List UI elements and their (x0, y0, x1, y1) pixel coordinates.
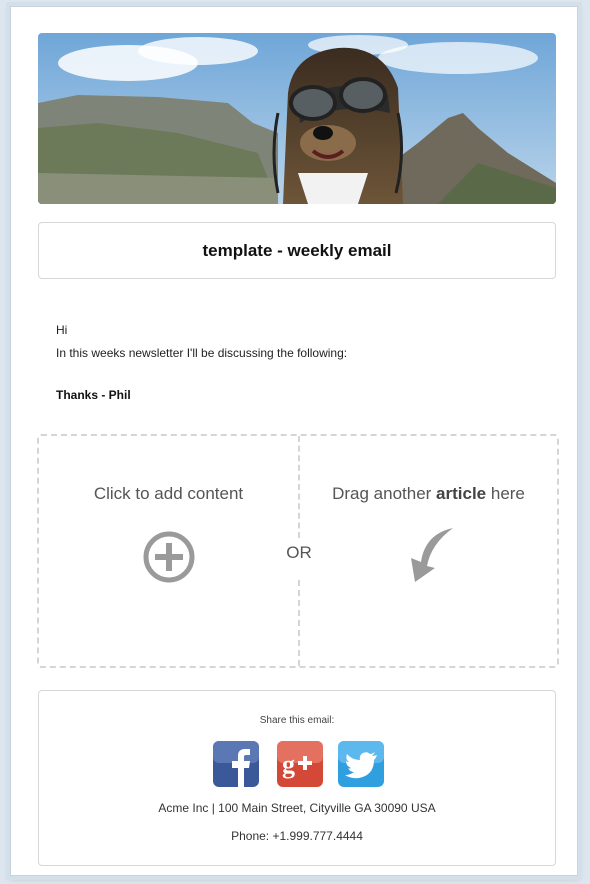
facebook-share-button[interactable] (212, 740, 260, 788)
twitter-icon (338, 741, 384, 787)
intro-text: In this weeks newsletter I'll be discuss… (56, 346, 348, 360)
dropzone-divider (298, 580, 300, 666)
email-body[interactable]: Hi In this weeks newsletter I'll be disc… (56, 319, 347, 365)
email-title: template - weekly email (202, 240, 392, 260)
drag-article-label: Drag another article here (300, 484, 557, 504)
hero-image[interactable] (38, 33, 556, 204)
content-dropzone[interactable]: Click to add content OR Drag another art… (37, 434, 559, 668)
hero-photo (38, 33, 556, 204)
share-footer[interactable]: Share this email: g Acme Inc | 100 Main … (38, 690, 556, 866)
facebook-icon (213, 741, 259, 787)
drag-suffix: here (486, 484, 525, 503)
plus-circle-icon[interactable] (142, 530, 196, 584)
share-label: Share this email: (259, 715, 335, 726)
email-canvas: template - weekly email Hi In this weeks… (10, 6, 578, 876)
google-plus-icon: g (277, 741, 323, 787)
add-content-label[interactable]: Click to add content (39, 484, 298, 504)
drag-prefix: Drag another (332, 484, 437, 503)
company-phone: Phone: +1.999.777.4444 (231, 829, 363, 843)
curved-arrow-icon (403, 526, 457, 584)
google-plus-share-button[interactable]: g (276, 740, 324, 788)
company-address: Acme Inc | 100 Main Street, Cityville GA… (158, 801, 436, 815)
or-label: OR (286, 543, 312, 562)
drag-bold: article (436, 484, 487, 503)
greeting-text: Hi (56, 323, 68, 337)
signoff-text: Thanks - Phil (56, 388, 131, 402)
email-title-block[interactable]: template - weekly email (38, 222, 556, 279)
twitter-share-button[interactable] (337, 740, 385, 788)
svg-text:g: g (282, 750, 295, 779)
